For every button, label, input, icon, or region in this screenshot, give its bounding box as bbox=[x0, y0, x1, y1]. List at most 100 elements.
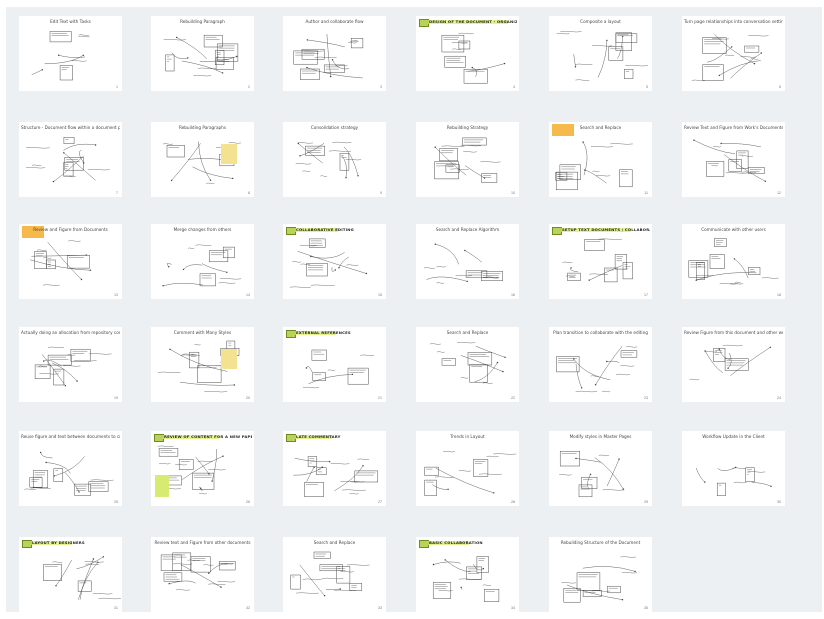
slide-thumbnail[interactable]: Review text and Figure from other docume… bbox=[151, 537, 254, 612]
slide-title: Comment with Many Styles bbox=[173, 330, 232, 335]
slide-thumbnail[interactable]: Rebuilding Paragraphs 8 bbox=[151, 122, 254, 197]
sketch-drawing bbox=[424, 451, 517, 496]
slide-thumbnail[interactable]: Communicate with other users 18 bbox=[682, 224, 785, 299]
slide-thumbnail[interactable]: Review Text and Figure from Work's Docum… bbox=[682, 122, 785, 197]
slide-title: Author and collaborate flow bbox=[305, 19, 364, 24]
slide-thumbnail[interactable]: BASIC COLLABORATION 34 bbox=[416, 537, 519, 612]
slide-thumbnail[interactable]: Review Figure from this document and oth… bbox=[682, 327, 785, 402]
slide-page-number: 25 bbox=[114, 500, 118, 504]
slide-title: Modify styles in Master Pages bbox=[569, 434, 632, 439]
slide-title: Workflow Update in the Client bbox=[702, 434, 765, 439]
sketch-drawing bbox=[31, 31, 90, 81]
slide-title: Edit Text with Tasks bbox=[50, 19, 91, 24]
slide-thumbnail[interactable]: Search and Replace 33 bbox=[283, 537, 386, 612]
slide-thumbnail[interactable]: Search and Replace 22 bbox=[416, 327, 519, 402]
slide-title: LAYOUT BY DESIGNERS bbox=[32, 540, 85, 545]
slide-title: Review text and Figure from other docume… bbox=[154, 540, 251, 545]
slide-page-number: 29 bbox=[644, 500, 648, 504]
slide-page-number: 22 bbox=[511, 396, 515, 400]
slide-title: Search and Replace bbox=[446, 330, 489, 335]
slide-title: Trends in Layout bbox=[450, 434, 485, 439]
sketch-drawing bbox=[559, 451, 625, 498]
slide-thumbnail[interactable]: Turn page relationships into conversatio… bbox=[682, 16, 785, 91]
slide-page-number: 31 bbox=[114, 606, 118, 610]
slide-thumbnail[interactable]: Search and Replace 11 bbox=[549, 122, 652, 197]
slide-grid-board: Edit Text with Tasks 1 Rebuilding Paragrap… bbox=[6, 7, 822, 612]
slide-title: Rebuilding Structure of the Document bbox=[560, 540, 641, 545]
sticky-note bbox=[221, 349, 237, 369]
slide-page-number: 7 bbox=[116, 191, 118, 195]
slide-page-number: 13 bbox=[114, 293, 118, 297]
slide-title: LATE COMMENTARY bbox=[296, 434, 341, 439]
slide-page-number: 11 bbox=[644, 191, 648, 195]
slide-title: Rebuilding Paragraphs bbox=[178, 125, 227, 130]
slide-thumbnail[interactable]: Search and Replace Algorithm 16 bbox=[416, 224, 519, 299]
slide-page-number: 10 bbox=[511, 191, 515, 195]
slide-page-number: 6 bbox=[779, 85, 781, 89]
slide-title: EXTERNAL REFERENCES bbox=[296, 330, 351, 335]
slide-thumbnail[interactable]: Edit Text with Tasks 1 bbox=[19, 16, 122, 91]
slide-thumbnail[interactable]: Structure - Document flow within a docum… bbox=[19, 122, 122, 197]
sketch-drawing bbox=[441, 32, 506, 84]
sketch-drawing bbox=[163, 34, 239, 77]
slide-thumbnail[interactable]: EXTERNAL REFERENCES 21 bbox=[283, 327, 386, 402]
slide-thumbnail[interactable]: LAYOUT BY DESIGNERS 31 bbox=[19, 537, 122, 612]
sketch-drawing bbox=[295, 141, 362, 179]
slide-thumbnail[interactable]: Composite a layout 5 bbox=[549, 16, 652, 91]
slide-page-number: 1 bbox=[116, 85, 118, 89]
slide-thumbnail[interactable]: Trends in Layout 28 bbox=[416, 431, 519, 506]
slide-thumbnail[interactable]: Rebuilding Paragraph 2 bbox=[151, 16, 254, 91]
sketch-drawing bbox=[162, 244, 242, 287]
slide-title: Communicate with other users bbox=[701, 227, 766, 232]
slide-thumbnail[interactable]: Comment with Many Styles 20 bbox=[151, 327, 254, 402]
slide-page-number: 18 bbox=[777, 293, 781, 297]
slide-thumbnail[interactable]: Reuse figure and text between documents … bbox=[19, 431, 122, 506]
slide-thumbnail[interactable]: Rebuilding Strategy 10 bbox=[416, 122, 519, 197]
sketch-drawing bbox=[293, 456, 379, 497]
slide-thumbnail[interactable]: LATE COMMENTARY 27 bbox=[283, 431, 386, 506]
slide-page-number: 8 bbox=[248, 191, 250, 195]
sketch-drawing bbox=[25, 137, 110, 183]
slide-page-number: 32 bbox=[246, 606, 250, 610]
sketch-drawing bbox=[302, 349, 375, 389]
slide-page-number: 33 bbox=[378, 606, 382, 610]
slide-thumbnail[interactable]: SETUP TEXT DOCUMENTS / COLLABORATIVE WOR… bbox=[549, 224, 652, 299]
slide-thumbnail[interactable]: Plan transition to collaborate with the … bbox=[549, 327, 652, 402]
slide-page-number: 15 bbox=[378, 293, 382, 297]
sketch-drawing bbox=[688, 238, 779, 285]
slide-page-number: 9 bbox=[380, 191, 382, 195]
slide-thumbnail[interactable]: DESIGN OF THE DOCUMENT - ORGANIZATION, L… bbox=[416, 16, 519, 91]
slide-thumbnail[interactable]: Review and Figure from Documents 13 bbox=[19, 224, 122, 299]
slide-thumbnail[interactable]: COLLABORATIVE EDITING 15 bbox=[283, 224, 386, 299]
slide-page-number: 26 bbox=[246, 500, 250, 504]
slide-page-number: 28 bbox=[511, 500, 515, 504]
slide-title: Consolidation strategy bbox=[310, 125, 359, 130]
slide-page-number: 21 bbox=[378, 396, 382, 400]
slide-title: Search and Replace Algorithm bbox=[435, 227, 500, 232]
slide-thumbnail[interactable]: Actually doing an allocation from reposi… bbox=[19, 327, 122, 402]
slide-title: Review Figure from this document and oth… bbox=[684, 330, 783, 335]
slide-thumbnail[interactable]: Author and collaborate flow 3 bbox=[283, 16, 386, 91]
slide-thumbnail[interactable]: Workflow Update in the Client 30 bbox=[682, 431, 785, 506]
slide-title: Rebuilding Strategy bbox=[446, 125, 489, 130]
sketch-drawing bbox=[289, 238, 368, 288]
slide-thumbnail[interactable]: Merge changes from others 14 bbox=[151, 224, 254, 299]
slide-thumbnail[interactable]: Modify styles in Master Pages 29 bbox=[549, 431, 652, 506]
slide-page-number: 27 bbox=[378, 500, 382, 504]
sketch-drawing bbox=[561, 556, 638, 603]
slide-thumbnail[interactable]: Consolidation strategy 9 bbox=[283, 122, 386, 197]
slide-title: Structure - Document flow within a docum… bbox=[21, 125, 120, 130]
slide-thumbnail[interactable]: Rebuilding Structure of the Document 35 bbox=[549, 537, 652, 612]
slide-title: Merge changes from others bbox=[173, 227, 232, 232]
slide-page-number: 24 bbox=[777, 396, 781, 400]
sketch-drawing bbox=[556, 31, 649, 81]
slide-title: DESIGN OF THE DOCUMENT - ORGANIZATION, L… bbox=[429, 19, 517, 24]
slide-page-number: 30 bbox=[777, 500, 781, 504]
slide-page-number: 14 bbox=[246, 293, 250, 297]
slide-title: Review and Figure from Documents bbox=[33, 227, 108, 232]
sketch-drawing bbox=[434, 137, 501, 183]
slide-page-number: 4 bbox=[513, 85, 515, 89]
slide-title: Search and Replace bbox=[313, 540, 356, 545]
slide-thumbnail[interactable]: REVIEW OF CONTENT FOR A NEW PAPER 26 bbox=[151, 431, 254, 506]
sketch-drawing bbox=[432, 556, 500, 602]
